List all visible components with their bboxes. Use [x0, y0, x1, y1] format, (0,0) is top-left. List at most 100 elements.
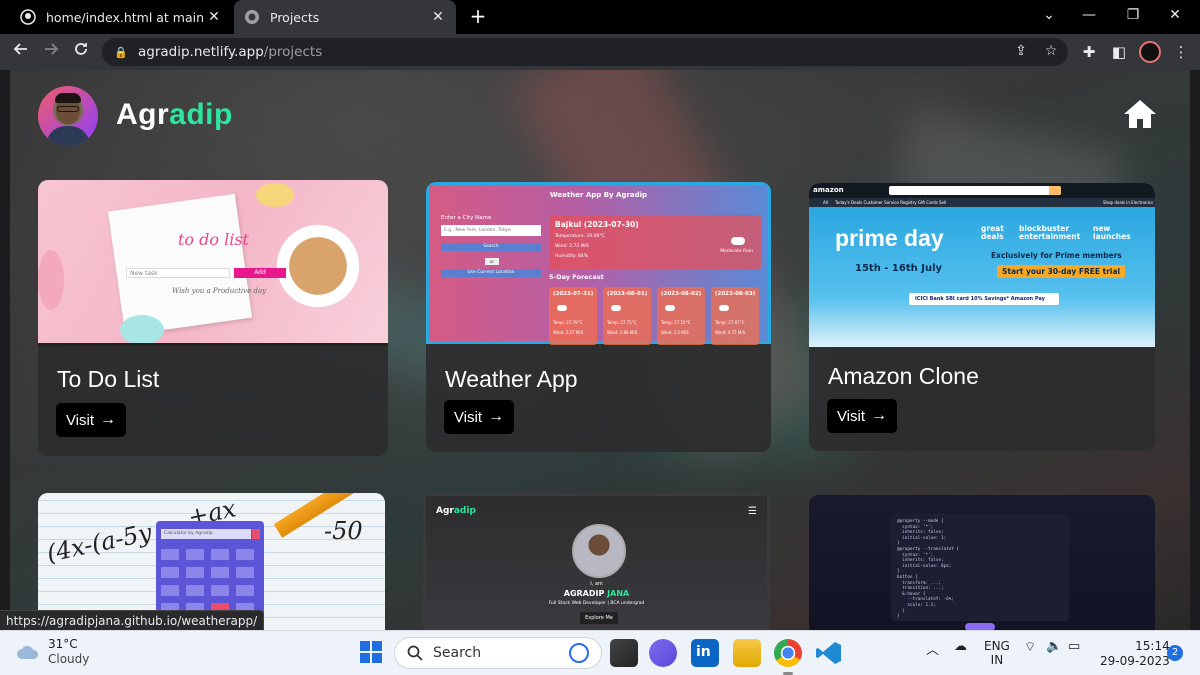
file-explorer-icon[interactable] — [733, 639, 761, 667]
wifi-icon[interactable]: ⌔ — [1024, 639, 1036, 655]
arrow-left-icon — [13, 43, 27, 55]
bing-icon — [569, 643, 589, 663]
volume-icon[interactable]: 🔈 — [1046, 639, 1062, 654]
project-thumbnail[interactable]: amazon Search Amazon All Today's Deals C… — [809, 183, 1155, 347]
thumb-text: Temp: 27.79°C — [553, 320, 583, 325]
project-thumbnail[interactable]: Weather App By Agradip Enter a City Name… — [426, 182, 771, 345]
reload-icon — [75, 43, 87, 55]
extensions-icon[interactable]: ✚ — [1078, 41, 1100, 63]
battery-icon[interactable]: ▭ — [1068, 639, 1080, 654]
close-window-button[interactable]: ✕ — [1162, 4, 1188, 26]
hamburger-menu-icon: ☰ — [748, 506, 757, 517]
project-thumbnail[interactable]: to do list New task Add Wish you a Produ… — [38, 180, 388, 346]
thumb-text: (2023-07-31) — [553, 291, 594, 297]
thumb-text: 15th - 16th July — [855, 263, 943, 274]
menu-icon[interactable]: ⋮ — [1170, 41, 1192, 63]
thumb-text: AGRADIP — [563, 589, 605, 598]
language-indicator[interactable]: ENG IN — [984, 639, 1010, 667]
code-panel: @property --mode { syntax: '*'; inherits… — [891, 513, 1069, 621]
taskbar-search[interactable]: Search — [394, 637, 602, 669]
region-code: IN — [990, 653, 1004, 667]
vscode-icon[interactable] — [815, 639, 843, 667]
close-tab-icon[interactable]: ✕ — [206, 9, 222, 25]
lock-icon: 🔒 — [114, 45, 128, 59]
thumb-text: Temperature: 29.09°C — [555, 234, 605, 239]
thumb-text: E.g., New York, London, Tokyo — [441, 225, 541, 236]
profile-avatar[interactable] — [1139, 41, 1161, 63]
cloud-icon — [719, 305, 729, 311]
thumb-text: ICICI Bank SBI card 10% Savings* Amazon … — [909, 293, 1059, 305]
minimize-button[interactable]: — — [1076, 4, 1102, 26]
task-view-icon[interactable] — [610, 639, 638, 667]
thumb-text: Wish you a Productive day — [172, 287, 267, 295]
thumb-text: prime day — [835, 225, 944, 251]
language-code: ENG — [984, 639, 1010, 653]
side-panel-icon[interactable]: ◧ — [1108, 41, 1130, 63]
visit-button[interactable]: Visit → — [827, 399, 897, 433]
avatar — [38, 86, 98, 146]
site-logo[interactable]: Agradip — [116, 98, 233, 132]
cloud-icon — [17, 645, 39, 659]
project-thumbnail[interactable]: @property --mode { syntax: '*'; inherits… — [809, 495, 1155, 630]
thumb-text: (2023-08-03) — [715, 291, 756, 297]
bookmark-star-icon[interactable]: ☆ — [1040, 40, 1062, 62]
logo-text: Agr — [116, 98, 170, 131]
project-thumbnail[interactable]: Agradip ☰ I, am AGRADIP JANA Full Stack … — [423, 493, 770, 630]
code-line: } — [897, 614, 900, 620]
thumb-text: Bajkul (2023-07-30) — [555, 220, 639, 229]
system-clock[interactable]: 15:14 29-09-2023 — [1100, 639, 1170, 669]
project-title: To Do List — [57, 366, 160, 392]
reload-button[interactable] — [68, 39, 94, 65]
linkedin-icon[interactable]: in — [691, 639, 719, 667]
tab-title: home/index.html at main · Agradip — [46, 9, 206, 25]
url-path: /projects — [263, 44, 323, 60]
thumb-text: (4x-(a-5y — [44, 518, 155, 568]
search-label: Search — [433, 645, 482, 661]
code-line: @property --translateY { — [897, 547, 960, 552]
thumb-text: Search — [441, 243, 541, 251]
code-line: transition: ...; — [897, 586, 944, 592]
cloud-icon — [611, 305, 621, 311]
code-line: } — [897, 608, 905, 614]
thumb-text: Wind: 2.86 M/S — [607, 330, 638, 335]
thumb-text: new launches — [1093, 224, 1131, 241]
windows-taskbar: 31°C Cloudy Search in ︿ ☁ ENG IN ⌔ 🔈 ▭ 1… — [0, 630, 1200, 675]
thumb-text: Temp: 27.75°C — [607, 320, 637, 325]
code-line: initial-value: 1; — [897, 535, 947, 541]
thumb-text: Temp: 27.07°C — [715, 320, 745, 325]
thumb-text: 5-Day Forecast — [549, 273, 604, 281]
share-icon[interactable]: ⇪ — [1010, 40, 1032, 62]
thumb-text: -50 — [324, 517, 363, 545]
thumb-text: Use Current Location — [441, 269, 541, 277]
tab-github[interactable]: home/index.html at main · Agradip ✕ — [10, 0, 232, 34]
teams-chat-icon[interactable] — [649, 639, 677, 667]
notification-badge[interactable]: 2 — [1167, 645, 1183, 661]
visit-button[interactable]: Visit → — [56, 403, 126, 437]
restore-button[interactable]: ❐ — [1120, 4, 1146, 26]
page-viewport: Agradip to do list New task Add Wish you… — [0, 70, 1200, 630]
weather-widget[interactable]: 31°C Cloudy — [16, 637, 89, 667]
thumb-text: blockbuster entertainment — [1019, 224, 1081, 241]
thumb-text: (2023-08-02) — [661, 291, 702, 297]
thumb-text: Full Stack Web Developer | BCA undergrad — [548, 601, 645, 606]
tab-title: Projects — [270, 9, 320, 25]
tab-search-icon[interactable]: ⌄ — [1036, 4, 1062, 26]
home-icon[interactable] — [1123, 98, 1157, 130]
chevron-up-icon[interactable]: ︿ — [926, 639, 939, 658]
start-button[interactable] — [360, 641, 382, 663]
thumb-text: Calculator by Agradip — [161, 529, 251, 539]
back-button[interactable] — [8, 39, 34, 65]
thumb-text: Wind: 4.75 M/S — [715, 330, 746, 335]
cloud-sync-icon[interactable]: ☁ — [954, 639, 967, 654]
visit-button[interactable]: Visit → — [444, 400, 514, 434]
forward-button[interactable] — [38, 39, 64, 65]
code-line: scale: 1.1; — [897, 603, 936, 608]
close-tab-icon[interactable]: ✕ — [430, 9, 446, 25]
new-tab-button[interactable]: + — [466, 4, 490, 28]
chrome-icon[interactable] — [774, 639, 802, 675]
cloud-icon — [665, 305, 675, 311]
address-bar[interactable]: 🔒 agradip.netlify.app/projects — [102, 38, 1068, 66]
thumb-text: Weather App By Agradip — [549, 191, 648, 199]
tab-projects[interactable]: Projects ✕ — [234, 0, 456, 34]
thumb-text: Temp: 27.15°C — [661, 320, 691, 325]
